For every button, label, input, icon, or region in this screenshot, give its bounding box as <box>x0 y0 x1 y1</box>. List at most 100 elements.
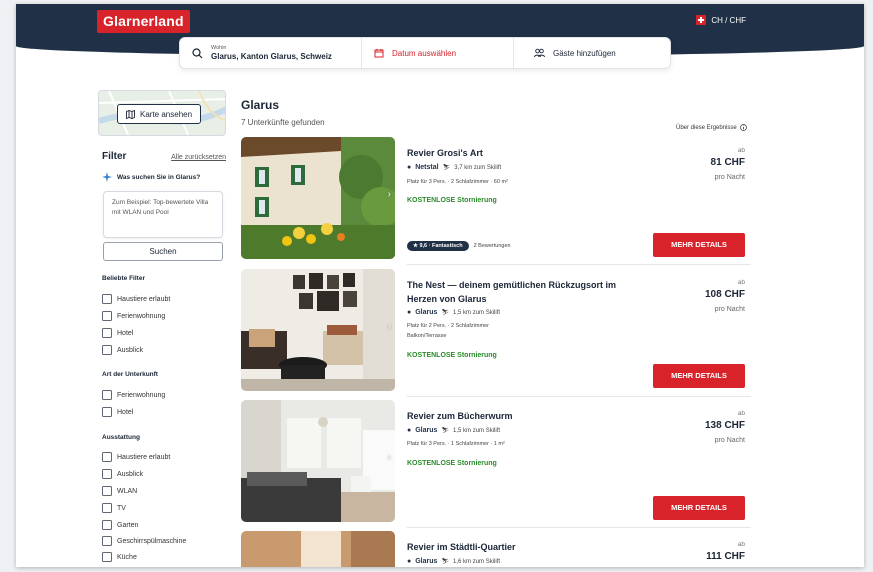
listing-town: Glarus <box>415 558 438 565</box>
filter-checkbox-wifi[interactable]: WLAN <box>102 486 137 496</box>
checkbox[interactable] <box>102 452 112 462</box>
filter-checkbox-hotel-type[interactable]: Hotel <box>102 407 133 417</box>
more-details-button[interactable]: MEHR DETAILS <box>653 233 745 257</box>
checkbox[interactable] <box>102 345 112 355</box>
checkbox[interactable] <box>102 311 112 321</box>
listing-distance: 1,6 km zum Skilift <box>453 558 501 565</box>
date-picker[interactable]: Datum auswählen <box>362 38 514 68</box>
free-cancellation: KOSTENLOSE Stornierung <box>407 460 497 467</box>
filter-checkbox-apartment-type[interactable]: Ferienwohnung <box>102 390 165 400</box>
price-per-night: pro Nacht <box>714 174 745 181</box>
listing-title[interactable]: Revier zum Bücherwurm <box>407 409 637 423</box>
search-bar: Wohin Glarus, Kanton Glarus, Schweiz Dat… <box>179 37 671 69</box>
checkbox[interactable] <box>102 294 112 304</box>
filter-checkbox-view-amenity[interactable]: Ausblick <box>102 469 143 479</box>
listing-photo[interactable]: › <box>241 400 395 522</box>
interior-image <box>241 531 395 567</box>
more-details-button[interactable]: MEHR DETAILS <box>653 496 745 520</box>
listing-photo[interactable]: › <box>241 137 395 259</box>
guests-picker[interactable]: Gäste hinzufügen <box>514 38 670 68</box>
checkbox[interactable] <box>102 503 112 513</box>
date-label: Datum auswählen <box>392 48 457 58</box>
listing-photo[interactable]: › <box>241 269 395 391</box>
filter-checkbox-pets[interactable]: Haustiere erlaubt <box>102 294 170 304</box>
price-value: 108 CHF <box>704 289 745 300</box>
checkbox-label: Ausblick <box>117 470 144 478</box>
checkbox-label: WLAN <box>117 487 138 495</box>
about-results-label: Über diese Ergebnisse <box>676 124 737 131</box>
checkbox[interactable] <box>102 486 112 496</box>
checkbox[interactable] <box>102 390 112 400</box>
filter-checkbox-dishwasher[interactable]: Geschirrspülmaschine <box>102 536 186 546</box>
view-map-label: Karte ansehen <box>140 109 193 119</box>
listing-meta: Platz für 3 Pers. · 2 Schlafzimmer · 60 … <box>407 179 508 185</box>
price-prefix: ab <box>737 279 745 286</box>
filter-section-title: Ausstattung <box>102 434 140 441</box>
ai-search-button[interactable]: Suchen <box>103 242 223 261</box>
filter-checkbox-pets-amenity[interactable]: Haustiere erlaubt <box>102 452 170 462</box>
next-photo-icon[interactable]: › <box>388 452 391 463</box>
listing-distance: 1,5 km zum Skilift <box>453 427 501 434</box>
checkbox-label: Geschirrspülmaschine <box>117 537 187 545</box>
listing-town: Netstal <box>415 164 439 171</box>
price-value: 81 CHF <box>710 157 745 168</box>
living-room-image <box>241 269 395 391</box>
checkbox-label: Haustiere erlaubt <box>117 295 171 303</box>
map-preview[interactable]: Karte ansehen <box>98 90 226 136</box>
reset-filters-link[interactable]: Alle zurücksetzen <box>171 154 226 161</box>
bedroom-image <box>241 400 395 522</box>
view-map-button[interactable]: Karte ansehen <box>117 104 202 124</box>
calendar-icon <box>374 49 384 58</box>
checkbox[interactable] <box>102 407 112 417</box>
filter-checkbox-garden[interactable]: Garten <box>102 520 138 530</box>
checkbox-label: Garten <box>117 521 139 529</box>
filter-checkbox-hotel[interactable]: Hotel <box>102 328 133 338</box>
price-value: 138 CHF <box>704 420 745 431</box>
next-photo-icon[interactable]: › <box>388 321 391 332</box>
listing-meta: Platz für 3 Pers. · 1 Schlafzimmer · 1 m… <box>407 441 505 447</box>
more-details-button[interactable]: MEHR DETAILS <box>653 364 745 388</box>
price-per-night: pro Nacht <box>714 306 745 313</box>
checkbox[interactable] <box>102 469 112 479</box>
next-photo-icon[interactable]: › <box>388 189 391 200</box>
free-cancellation: KOSTENLOSE Stornierung <box>407 352 497 359</box>
filter-checkbox-view[interactable]: Ausblick <box>102 345 143 355</box>
listing-photo[interactable] <box>241 531 395 567</box>
price-value: 111 CHF <box>706 551 745 562</box>
listing-extra: Balkon/Terrasse <box>407 333 447 339</box>
locale-selector[interactable]: CH / CHF <box>696 15 746 25</box>
location-pin-icon: ● <box>407 309 412 316</box>
filter-checkbox-apartment[interactable]: Ferienwohnung <box>102 311 165 321</box>
destination-label: Wohin <box>211 45 227 51</box>
rating-badge: ★ 9,6 · Fantastisch <box>407 241 469 251</box>
price-per-night: pro Nacht <box>714 437 745 444</box>
site-logo[interactable]: Glarnerland <box>97 10 190 33</box>
ski-icon: ⛷ <box>441 428 450 434</box>
checkbox[interactable] <box>102 552 112 562</box>
price-prefix: ab <box>737 541 745 548</box>
listing-distance: 3,7 km zum Skilift <box>454 164 502 171</box>
ai-search-input[interactable]: Zum Beispiel: Top-bewertete Villa mit WL… <box>103 191 223 238</box>
ski-icon: ⛷ <box>441 310 450 316</box>
checkbox-label: Ferienwohnung <box>117 312 166 320</box>
checkbox[interactable] <box>102 328 112 338</box>
filter-section-title: Beliebte Filter <box>102 275 145 282</box>
sparkle-icon <box>102 172 112 182</box>
guests-icon <box>534 48 545 58</box>
listing-divider <box>407 396 751 397</box>
listing-rating: ★ 9,6 · Fantastisch 2 Bewertungen <box>407 241 511 251</box>
guests-label: Gäste hinzufügen <box>553 48 616 58</box>
listing-title[interactable]: Revier Grosi's Art <box>407 146 637 160</box>
destination-field[interactable]: Wohin Glarus, Kanton Glarus, Schweiz <box>180 38 362 68</box>
about-results-link[interactable]: Über diese Ergebnisse <box>676 124 747 131</box>
checkbox[interactable] <box>102 536 112 546</box>
listing-title[interactable]: The Nest — deinem gemütlichen Rückzugsor… <box>407 278 637 306</box>
listing-title[interactable]: Revier im Städtli-Quartier <box>407 540 637 554</box>
price-prefix: ab <box>737 147 745 154</box>
house-garden-image <box>241 137 395 259</box>
listing-town: Glarus <box>415 427 438 434</box>
filter-checkbox-tv[interactable]: TV <box>102 503 126 513</box>
listing-meta: Platz für 2 Pers. · 2 Schlafzimmer <box>407 323 489 329</box>
filter-checkbox-kitchen[interactable]: Küche <box>102 552 137 562</box>
checkbox[interactable] <box>102 520 112 530</box>
